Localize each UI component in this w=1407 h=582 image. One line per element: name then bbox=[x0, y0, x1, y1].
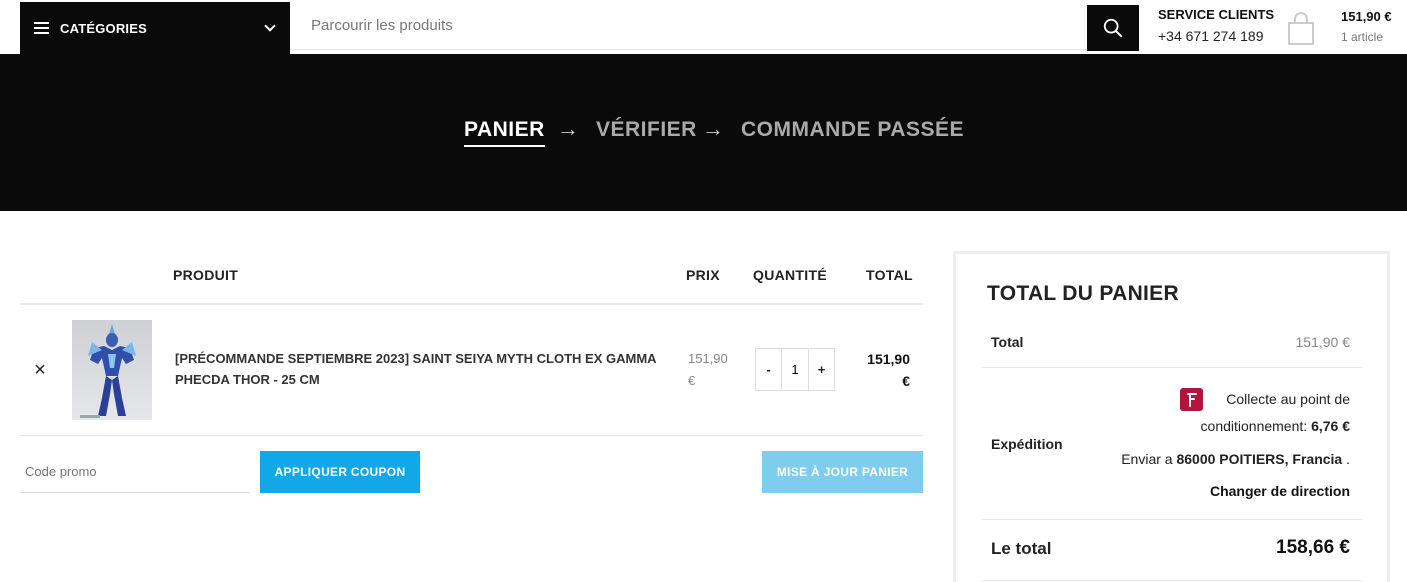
checkout-steps-banner: PANIER → VÉRIFIER → COMMANDE PASSÉE bbox=[0, 54, 1407, 211]
cart-item-count: 1 article bbox=[1341, 30, 1384, 44]
chevron-down-icon bbox=[264, 20, 276, 32]
column-header-product: PRODUIT bbox=[173, 267, 239, 283]
categories-menu-button[interactable]: CATÉGORIES bbox=[20, 2, 290, 54]
ship-to-prefix: Enviar a bbox=[1121, 451, 1173, 467]
totals-divider bbox=[982, 580, 1362, 581]
shopping-bag-icon[interactable] bbox=[1286, 12, 1316, 46]
shipping-label: Expédition bbox=[991, 436, 1063, 452]
product-thumbnail[interactable] bbox=[72, 320, 152, 420]
change-address-link[interactable]: Changer de direction bbox=[1210, 483, 1350, 499]
product-name-link[interactable]: [PRÉCOMMANDE SEPTIEMBRE 2023] SAINT SEIY… bbox=[175, 348, 665, 390]
service-title: SERVICE CLIENTS bbox=[1158, 7, 1275, 22]
apply-coupon-button[interactable]: APPLIQUER COUPON bbox=[260, 451, 420, 493]
shipping-price: 6,76 € bbox=[1311, 418, 1350, 434]
step-order-complete: COMMANDE PASSÉE bbox=[741, 118, 964, 141]
totals-divider bbox=[982, 519, 1362, 520]
ship-to-suffix: . bbox=[1346, 451, 1350, 467]
product-unit-price: 151,90 € bbox=[688, 351, 728, 388]
ship-to-address: 86000 POITIERS, Francia bbox=[1176, 451, 1343, 467]
table-divider bbox=[20, 435, 923, 436]
shipping-method-line-2: conditionnement: 6,76 € bbox=[1201, 418, 1350, 434]
customer-service: SERVICE CLIENTS +34 671 274 189 bbox=[1158, 7, 1274, 44]
hamburger-icon bbox=[34, 22, 49, 34]
cart-totals-panel: TOTAL DU PANIER Total 151,90 € Expéditio… bbox=[953, 251, 1390, 582]
update-cart-button[interactable]: MISE À JOUR PANIER bbox=[762, 451, 923, 493]
subtotal-label: Total bbox=[991, 334, 1024, 350]
shipping-method-text: Collecte au point de bbox=[1226, 391, 1350, 407]
ship-to-line: Enviar a 86000 POITIERS, Francia . bbox=[1121, 451, 1350, 467]
quantity-stepper: - + bbox=[755, 348, 835, 391]
product-image bbox=[80, 324, 136, 418]
row-total-price: 151,90 € bbox=[867, 351, 910, 389]
quantity-increase-button[interactable]: + bbox=[809, 349, 834, 390]
search-button[interactable] bbox=[1087, 5, 1139, 51]
totals-divider bbox=[982, 367, 1362, 368]
search-bar bbox=[290, 2, 1087, 50]
cart-totals-title: TOTAL DU PANIER bbox=[987, 282, 1179, 305]
step-arrow-icon: → bbox=[702, 116, 724, 141]
step-arrow-icon: → bbox=[557, 116, 579, 141]
quantity-decrease-button[interactable]: - bbox=[756, 349, 781, 390]
column-header-price: PRIX bbox=[686, 267, 720, 283]
column-header-quantity: QUANTITÉ bbox=[753, 267, 827, 283]
cart-total-price[interactable]: 151,90 € bbox=[1341, 9, 1392, 24]
site-header: CATÉGORIES SERVICE CLIENTS +34 671 274 1… bbox=[0, 0, 1407, 54]
shipping-method-line-1[interactable]: Collecte au point de bbox=[1226, 391, 1350, 407]
step-cart[interactable]: PANIER bbox=[464, 118, 545, 147]
grand-total-label: Le total bbox=[991, 539, 1052, 558]
grand-total-value: 158,66 € bbox=[1276, 537, 1350, 558]
shipping-method-text: conditionnement: bbox=[1200, 418, 1308, 434]
pickup-point-icon bbox=[1180, 388, 1203, 411]
search-icon bbox=[1103, 18, 1123, 38]
remove-item-button[interactable]: × bbox=[31, 360, 49, 380]
categories-label: CATÉGORIES bbox=[60, 20, 147, 36]
coupon-code-input[interactable] bbox=[20, 451, 250, 493]
step-checkout[interactable]: VÉRIFIER bbox=[596, 118, 697, 142]
quantity-input[interactable] bbox=[781, 349, 809, 390]
column-header-total: TOTAL bbox=[866, 267, 913, 283]
service-phone[interactable]: +34 671 274 189 bbox=[1158, 28, 1274, 44]
search-input[interactable] bbox=[290, 2, 1087, 49]
table-divider bbox=[20, 303, 923, 305]
subtotal-value: 151,90 € bbox=[1295, 334, 1351, 350]
